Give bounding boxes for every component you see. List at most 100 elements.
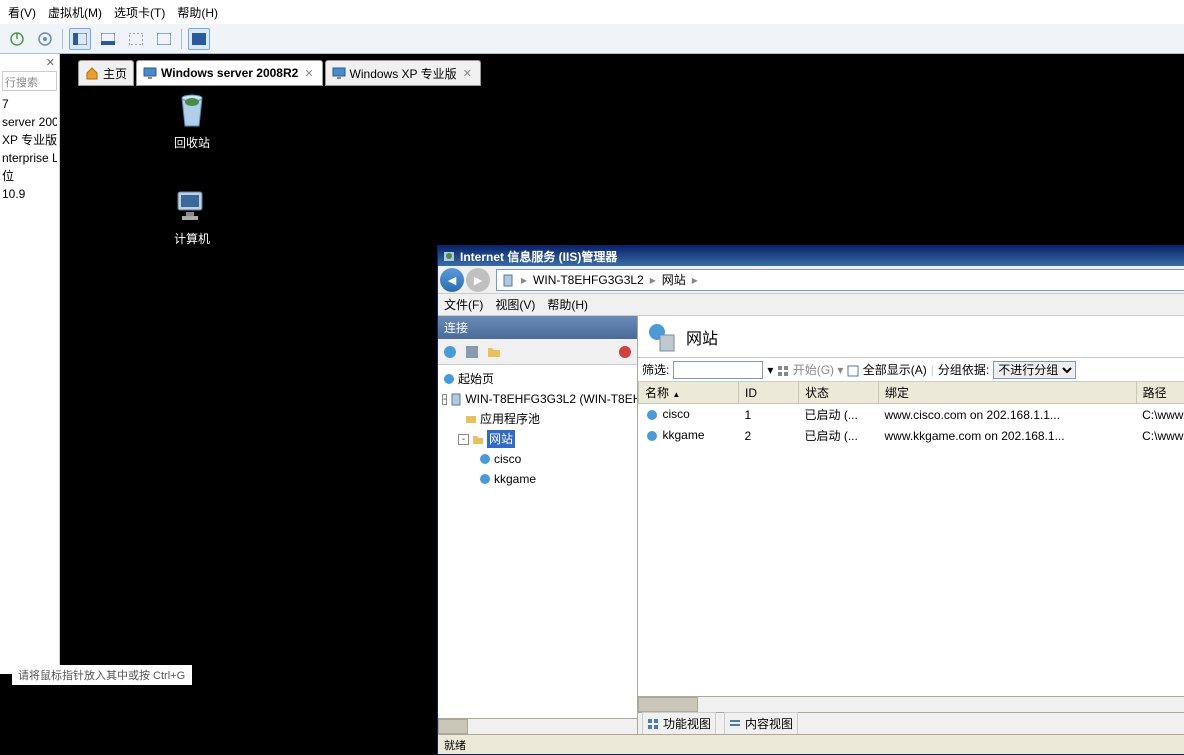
tab-close-icon[interactable]: ✕	[302, 67, 315, 80]
cell-path: C:\www.cisco.co	[1136, 404, 1184, 426]
folder-icon[interactable]	[486, 344, 502, 360]
tab-winxp[interactable]: Windows XP 专业版 ✕	[325, 60, 481, 86]
globe-icon	[645, 429, 659, 443]
scrollbar-h[interactable]	[638, 696, 1184, 712]
menu-help[interactable]: 帮助(H)	[547, 296, 588, 313]
cell-name: kkgame	[663, 428, 705, 442]
tree-site-kkgame[interactable]: kkgame	[442, 469, 633, 489]
group-by-select[interactable]: 不进行分组	[993, 361, 1076, 379]
content-view-tab[interactable]: 内容视图	[724, 712, 798, 734]
breadcrumb-server[interactable]: WIN-T8EHFG3G3L2	[533, 273, 644, 287]
sites-icon	[471, 432, 485, 446]
forward-button[interactable]: ►	[466, 268, 490, 292]
tab-win2008[interactable]: Windows server 2008R2 ✕	[136, 60, 323, 86]
menu-view[interactable]: 看(V)	[4, 2, 40, 23]
group-by-label: 分组依据:	[938, 361, 989, 378]
vm-menubar: 看(V) 虚拟机(M) 选项卡(T) 帮助(H)	[0, 0, 1184, 24]
library-item[interactable]: 位	[2, 167, 57, 185]
view-mode-1[interactable]	[69, 28, 91, 50]
col-id[interactable]: ID	[739, 382, 799, 404]
save-icon[interactable]	[464, 344, 480, 360]
globe-icon	[645, 408, 659, 422]
library-tree[interactable]: 7 server 200 XP 专业版 nterprise L 位 10.9	[0, 91, 59, 207]
table-row[interactable]: kkgame 2 已启动 (... www.kkgame.com on 202.…	[639, 425, 1184, 446]
filter-input[interactable]	[673, 361, 763, 379]
tree-site-cisco[interactable]: cisco	[442, 449, 633, 469]
tree-label: WIN-T8EHFG3G3L2 (WIN-T8EHF	[465, 390, 637, 408]
status-bar: 就绪	[438, 734, 1184, 754]
monitor-icon	[332, 66, 346, 80]
window-titlebar[interactable]: Internet 信息服务 (IIS)管理器	[438, 246, 1184, 266]
tab-close-icon[interactable]: ✕	[461, 67, 474, 80]
col-binding[interactable]: 绑定	[879, 382, 1137, 404]
library-item[interactable]: 10.9	[2, 185, 57, 203]
server-icon	[449, 392, 463, 406]
cell-name: cisco	[663, 407, 690, 421]
guest-desktop[interactable]: 回收站 计算机 Internet 信息服务 (IIS)管理器 ◄ ► ▸ WIN…	[75, 86, 1184, 675]
collapse-icon[interactable]: -	[442, 394, 447, 405]
recycle-bin-icon[interactable]: 回收站	[157, 90, 227, 151]
fullscreen-icon[interactable]	[125, 28, 147, 50]
panel-close-icon[interactable]: ✕	[0, 54, 59, 71]
collapse-icon[interactable]: -	[458, 434, 469, 445]
dropdown-icon[interactable]: ▾	[767, 363, 773, 377]
connections-tree[interactable]: 起始页 - WIN-T8EHFG3G3L2 (WIN-T8EHF 应用程序池	[438, 365, 637, 718]
tree-start-page[interactable]: 起始页	[442, 369, 633, 389]
col-path[interactable]: 路径	[1136, 382, 1184, 404]
tree-sites[interactable]: - 网站	[442, 429, 633, 449]
menu-help[interactable]: 帮助(H)	[173, 2, 222, 23]
filter-bar: 筛选: ▾ 开始(G) ▾ 全部显示(A) | 分组依据: 不进行分组	[638, 358, 1184, 382]
globe-icon	[478, 472, 492, 486]
library-item[interactable]: server 200	[2, 113, 57, 131]
snapshot-icon[interactable]	[34, 28, 56, 50]
stop-icon[interactable]	[617, 344, 633, 360]
connect-icon[interactable]	[442, 344, 458, 360]
col-name[interactable]: 名称 ▲	[639, 382, 739, 404]
features-view-tab[interactable]: 功能视图	[642, 712, 716, 734]
col-status[interactable]: 状态	[799, 382, 879, 404]
address-bar[interactable]: ▸ WIN-T8EHFG3G3L2 ▸ 网站 ▸	[496, 269, 1184, 291]
computer-icon[interactable]: 计算机	[157, 186, 227, 247]
nav-bar: ◄ ► ▸ WIN-T8EHFG3G3L2 ▸ 网站 ▸	[438, 266, 1184, 294]
footer-hint: 请将鼠标指针放入其中或按 Ctrl+G	[12, 665, 192, 685]
tab-label: Windows server 2008R2	[161, 66, 298, 80]
show-all-button[interactable]: 全部显示(A)	[847, 361, 926, 378]
monitor-icon	[143, 66, 157, 80]
library-item[interactable]: nterprise L	[2, 149, 57, 167]
menu-tabs[interactable]: 选项卡(T)	[110, 2, 169, 23]
library-item[interactable]: 7	[2, 95, 57, 113]
toolbar-separator	[62, 29, 63, 49]
vm-toolbar	[0, 24, 1184, 54]
menu-file[interactable]: 文件(F)	[444, 296, 483, 313]
tab-label: 功能视图	[663, 715, 711, 732]
breadcrumb-sep: ▸	[650, 273, 656, 287]
library-item[interactable]: XP 专业版	[2, 131, 57, 149]
cell-status: 已启动 (...	[799, 404, 879, 426]
app-pool-icon	[464, 412, 478, 426]
console-icon[interactable]	[188, 28, 210, 50]
view-mode-2[interactable]	[97, 28, 119, 50]
back-button[interactable]: ◄	[440, 268, 464, 292]
tab-home[interactable]: 主页	[78, 60, 134, 86]
menu-view[interactable]: 视图(V)	[495, 296, 535, 313]
menu-vm[interactable]: 虚拟机(M)	[44, 2, 106, 23]
main-header: 网站	[638, 316, 1184, 358]
tree-label: cisco	[494, 450, 521, 468]
start-button[interactable]: 开始(G) ▾	[777, 361, 843, 378]
unity-icon[interactable]	[153, 28, 175, 50]
power-icon[interactable]	[6, 28, 28, 50]
tree-app-pools[interactable]: 应用程序池	[442, 409, 633, 429]
iis-menubar: 文件(F) 视图(V) 帮助(H)	[438, 294, 1184, 316]
breadcrumb-sites[interactable]: 网站	[662, 271, 686, 288]
table-row[interactable]: cisco 1 已启动 (... www.cisco.com on 202.16…	[639, 404, 1184, 426]
filter-label: 筛选:	[642, 361, 669, 378]
tree-server[interactable]: - WIN-T8EHFG3G3L2 (WIN-T8EHF	[442, 389, 633, 409]
start-page-icon	[442, 372, 456, 386]
connections-pane: 连接 起始页 - WIN-T8EHFG3G3L	[438, 316, 638, 734]
library-search[interactable]: 行搜索	[2, 71, 57, 91]
scrollbar-h[interactable]	[438, 718, 637, 734]
icon-label: 计算机	[157, 230, 227, 247]
iis-manager-window: Internet 信息服务 (IIS)管理器 ◄ ► ▸ WIN-T8EHFG3…	[437, 245, 1184, 755]
cell-status: 已启动 (...	[799, 425, 879, 446]
tab-label: 主页	[103, 65, 127, 82]
